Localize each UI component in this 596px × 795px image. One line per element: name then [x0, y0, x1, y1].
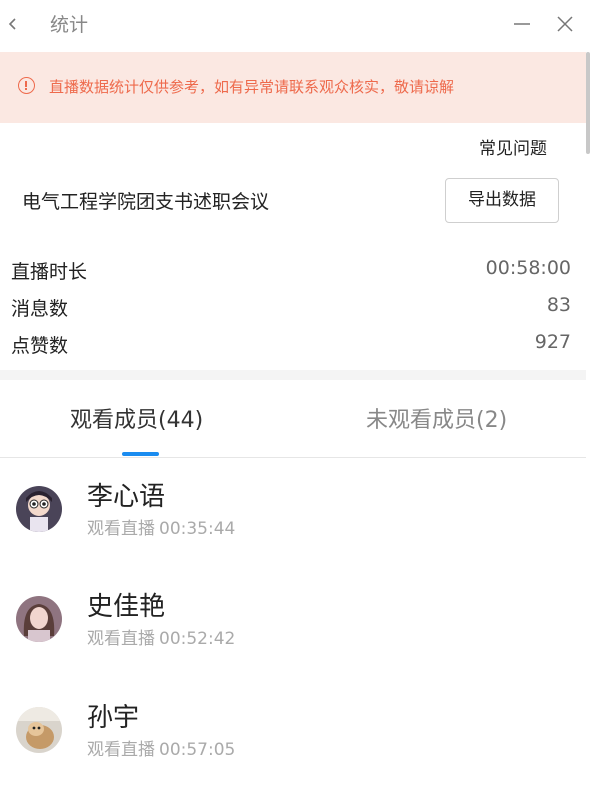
banner-text: 直播数据统计仅供参考，如有异常请联系观众核实，敬请谅解	[49, 78, 455, 96]
watch-time: 00:52:42	[159, 629, 236, 649]
stat-label: 点赞数	[11, 335, 69, 357]
warning-icon	[18, 77, 35, 94]
tab-watched-members[interactable]: 观看成员(44)	[70, 402, 203, 434]
member-watch-info: 观看直播 00:52:42	[87, 624, 235, 649]
window-title: 统计	[50, 14, 89, 36]
minimize-icon[interactable]	[510, 12, 534, 36]
member-watch-info: 观看直播 00:35:44	[87, 514, 235, 539]
list-item[interactable]: 史佳艳 观看直播 00:52:42	[0, 586, 586, 656]
avatar	[16, 707, 62, 753]
scrollbar-thumb[interactable]	[586, 52, 590, 154]
stat-value: 927	[534, 331, 571, 353]
watch-label: 观看直播	[87, 629, 155, 649]
stat-label: 消息数	[11, 298, 69, 320]
watch-label: 观看直播	[87, 519, 155, 539]
section-divider	[0, 370, 586, 380]
member-name: 孙宇	[87, 703, 140, 733]
list-item[interactable]: 孙宇 观看直播 00:57:05	[0, 697, 586, 767]
stats-window: 统计 直播数据统计仅供参考，如有异常请联系观众核实，敬请谅解 常见问题 电气工程…	[0, 0, 586, 795]
tab-unwatched-members[interactable]: 未观看成员(2)	[366, 402, 507, 434]
stat-label: 直播时长	[11, 261, 88, 283]
member-name: 史佳艳	[87, 592, 166, 622]
list-item[interactable]: 李心语 观看直播 00:35:44	[0, 476, 586, 546]
watch-time: 00:35:44	[159, 519, 236, 539]
export-data-button[interactable]: 导出数据	[445, 178, 559, 223]
back-chevron-icon[interactable]	[4, 12, 28, 36]
stat-value: 00:58:00	[485, 257, 571, 279]
tab-divider	[0, 457, 586, 458]
close-icon[interactable]	[553, 12, 577, 36]
title-bar: 统计	[0, 0, 586, 52]
meeting-title: 电气工程学院团支书述职会议	[22, 191, 270, 213]
avatar	[16, 596, 62, 642]
stat-value: 83	[546, 294, 571, 316]
faq-link[interactable]: 常见问题	[479, 134, 547, 159]
member-watch-info: 观看直播 00:57:05	[87, 735, 235, 760]
warning-banner: 直播数据统计仅供参考，如有异常请联系观众核实，敬请谅解	[0, 52, 586, 123]
avatar	[16, 486, 62, 532]
active-tab-indicator	[122, 452, 159, 456]
member-name: 李心语	[87, 482, 166, 512]
watch-label: 观看直播	[87, 740, 155, 760]
watch-time: 00:57:05	[159, 740, 236, 760]
